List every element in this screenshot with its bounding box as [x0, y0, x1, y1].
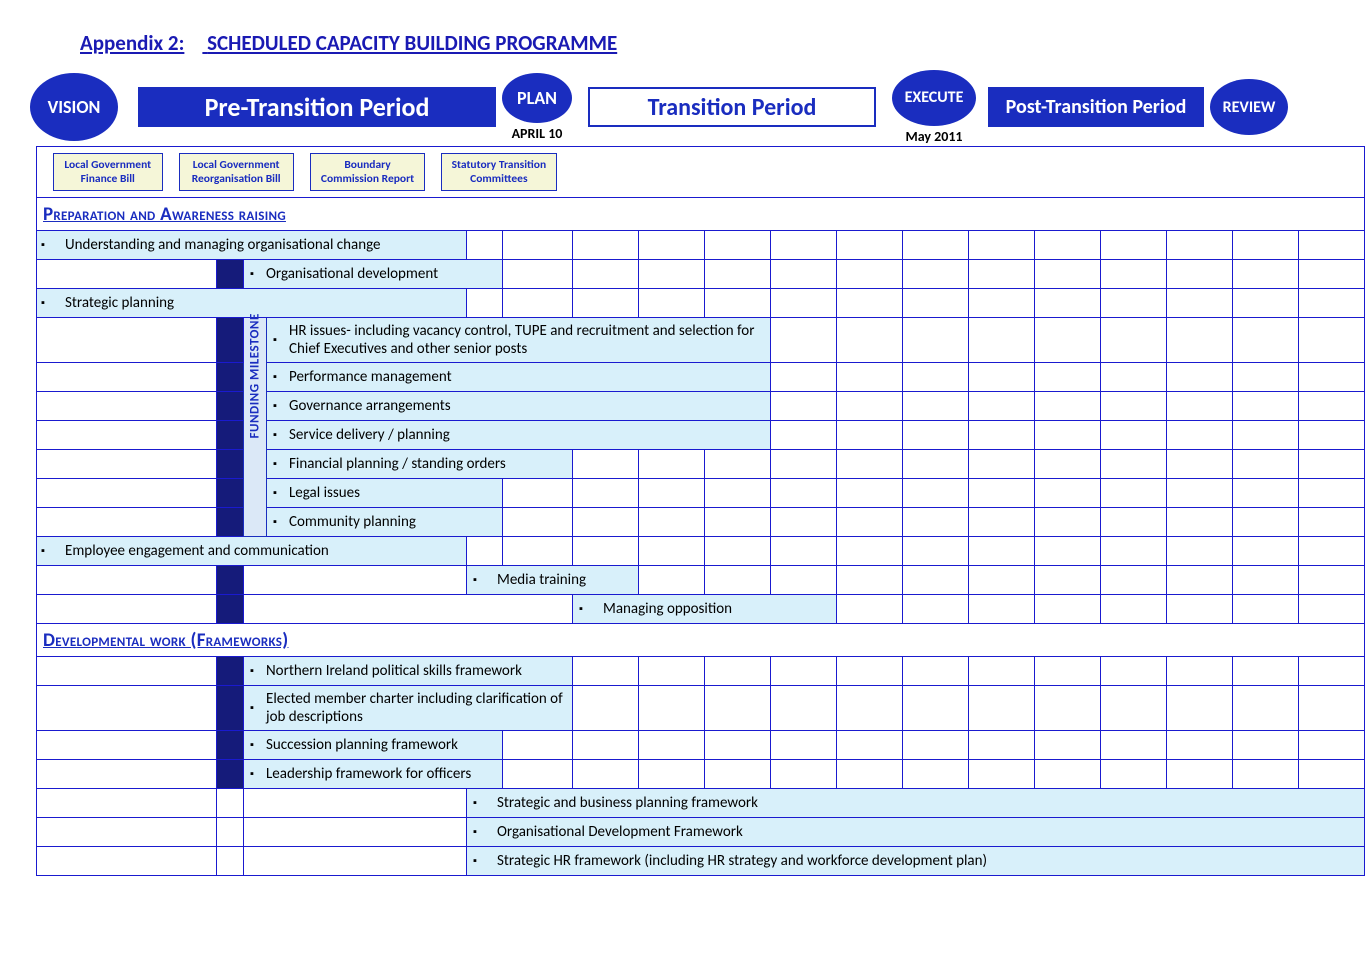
row-member-charter: Elected member charter including clarifi…: [37, 686, 1365, 731]
tag-transition-committees: Statutory TransitionCommittees: [441, 153, 556, 191]
vision-badge: VISION: [30, 73, 118, 141]
plan-badge: PLAN: [502, 73, 572, 123]
phase-header: VISION Pre-Transition Period PLAN APRIL …: [30, 74, 1342, 140]
funding-milestone: FUNDING MILESTONE: [244, 318, 267, 537]
tag-boundary-report: BoundaryCommission Report: [310, 153, 425, 191]
date-may: May 2011: [905, 128, 962, 145]
date-april: APRIL 10: [512, 125, 563, 142]
page-title: Appendix 2: SCHEDULED CAPACITY BUILDING …: [80, 30, 1342, 56]
row-community-planning: Community planning: [37, 508, 1365, 537]
row-legal-issues: Legal issues: [37, 479, 1365, 508]
row-governance: Governance arrangements: [37, 392, 1365, 421]
tags-row: Local GovernmentFinance Bill Local Gover…: [37, 147, 1365, 198]
execute-badge: EXECUTE: [892, 70, 976, 126]
post-transition-label: Post-Transition Period: [988, 87, 1204, 127]
row-leadership-framework: Leadership framework for officers: [37, 760, 1365, 789]
title-lead: Appendix 2:: [80, 30, 184, 56]
row-ni-political-skills: Northern Ireland political skills framew…: [37, 657, 1365, 686]
programme-table: Local GovernmentFinance Bill Local Gover…: [36, 146, 1365, 876]
row-understanding-change: Understanding and managing organisationa…: [37, 231, 1365, 260]
transition-label: Transition Period: [588, 87, 876, 127]
row-org-dev-framework: Organisational Development Framework: [37, 818, 1365, 847]
row-managing-opposition: Managing opposition: [37, 595, 1365, 624]
title-main: SCHEDULED CAPACITY BUILDING PROGRAMME: [207, 30, 617, 56]
row-financial-planning: Financial planning / standing orders: [37, 450, 1365, 479]
row-performance-mgmt: Performance management: [37, 363, 1365, 392]
review-badge: REVIEW: [1210, 79, 1288, 135]
cell-org-development: Organisational development: [244, 260, 503, 289]
row-strategic-business-planning: Strategic and business planning framewor…: [37, 789, 1365, 818]
section-developmental: Developmental work (Frameworks): [37, 624, 1365, 657]
row-service-delivery: Service delivery / planning: [37, 421, 1365, 450]
pre-transition-label: Pre-Transition Period: [138, 87, 496, 127]
row-employee-engagement: Employee engagement and communication: [37, 537, 1365, 566]
tag-reorg-bill: Local GovernmentReorganisation Bill: [179, 153, 294, 191]
row-strategic-hr-framework: Strategic HR framework (including HR str…: [37, 847, 1365, 876]
row-strategic-planning: Strategic planning: [37, 289, 1365, 318]
row-hr-issues: FUNDING MILESTONE HR issues- including v…: [37, 318, 1365, 363]
row-org-development: Organisational development: [37, 260, 1365, 289]
row-media-training: Media training: [37, 566, 1365, 595]
section-preparation: Preparation and Awareness raising: [37, 198, 1365, 231]
tag-finance-bill: Local GovernmentFinance Bill: [53, 153, 163, 191]
row-succession-planning: Succession planning framework: [37, 731, 1365, 760]
